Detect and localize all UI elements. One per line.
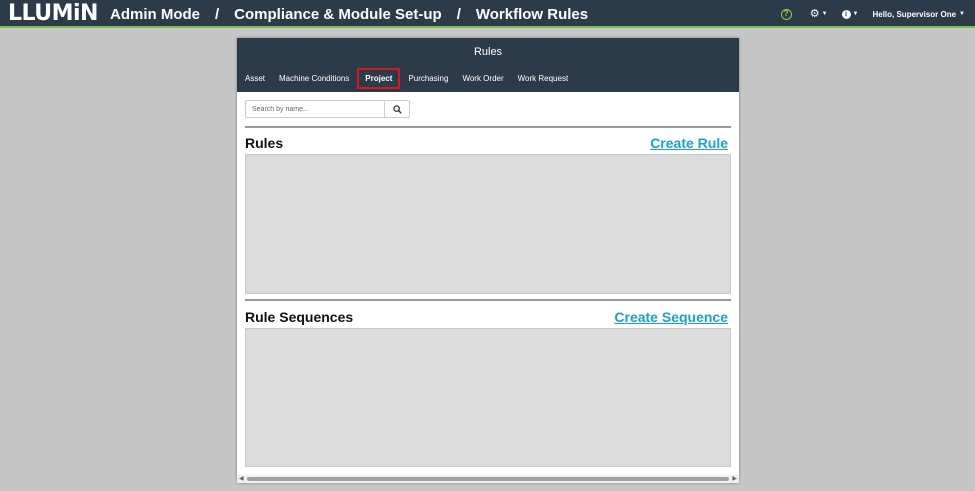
tab-work-request[interactable]: Work Request <box>518 69 569 88</box>
search-input[interactable] <box>245 100 385 118</box>
rule-sequences-section-title: Rule Sequences <box>245 309 354 325</box>
user-greeting: Hello, Supervisor One <box>872 9 957 19</box>
settings-dropdown[interactable]: ⚙ ▼ <box>809 7 828 20</box>
breadcrumb: Admin Mode / Compliance & Module Set-up … <box>110 0 588 28</box>
scroll-right-icon[interactable]: ▶ <box>732 475 737 483</box>
tab-machine-conditions[interactable]: Machine Conditions <box>279 69 349 88</box>
tab-project[interactable]: Project <box>357 68 401 89</box>
scrollbar-thumb[interactable] <box>247 477 729 481</box>
panel-header: Rules Asset Machine Conditions Project P… <box>237 38 739 92</box>
section-divider <box>245 126 731 128</box>
tab-purchasing[interactable]: Purchasing <box>408 69 448 88</box>
breadcrumb-separator: / <box>456 5 461 23</box>
caret-down-icon: ▼ <box>959 11 965 17</box>
header-actions: ? ⚙ ▼ i ▼ Hello, Supervisor One ▼ <box>780 0 975 28</box>
top-navbar: LLUMiN Admin Mode / Compliance & Module … <box>0 0 975 28</box>
search-bar <box>245 100 410 118</box>
breadcrumb-separator: / <box>215 5 220 23</box>
info-dropdown[interactable]: i ▼ <box>841 9 859 19</box>
search-icon <box>392 104 402 114</box>
panel-title: Rules <box>473 46 503 58</box>
breadcrumb-workflow-rules: Workflow Rules <box>475 5 589 23</box>
caret-down-icon: ▼ <box>852 11 859 17</box>
breadcrumb-admin-mode[interactable]: Admin Mode <box>110 6 200 23</box>
category-tabs: Asset Machine Conditions Project Purchas… <box>245 68 582 89</box>
rules-section-title: Rules <box>245 135 284 151</box>
rules-panel: Rules Asset Machine Conditions Project P… <box>237 38 739 483</box>
caret-down-icon: ▼ <box>821 11 828 17</box>
section-divider <box>245 299 731 301</box>
tab-asset[interactable]: Asset <box>245 69 265 88</box>
question-circle-icon[interactable]: ? <box>780 8 792 20</box>
horizontal-scrollbar[interactable]: ◀ ▶ <box>237 475 739 483</box>
tab-work-order[interactable]: Work Order <box>462 69 503 88</box>
llumin-logo[interactable]: LLUMiN <box>8 1 98 27</box>
info-icon: i <box>841 9 851 19</box>
breadcrumb-compliance[interactable]: Compliance & Module Set-up <box>234 6 442 23</box>
gear-icon: ⚙ <box>809 7 820 20</box>
scroll-left-icon[interactable]: ◀ <box>239 475 244 483</box>
user-menu[interactable]: Hello, Supervisor One ▼ <box>872 10 965 19</box>
search-button[interactable] <box>385 100 410 118</box>
create-sequence-link[interactable]: Create Sequence <box>614 309 728 325</box>
rules-list <box>245 154 731 294</box>
rule-sequences-list <box>245 328 731 467</box>
create-rule-link[interactable]: Create Rule <box>650 135 728 151</box>
